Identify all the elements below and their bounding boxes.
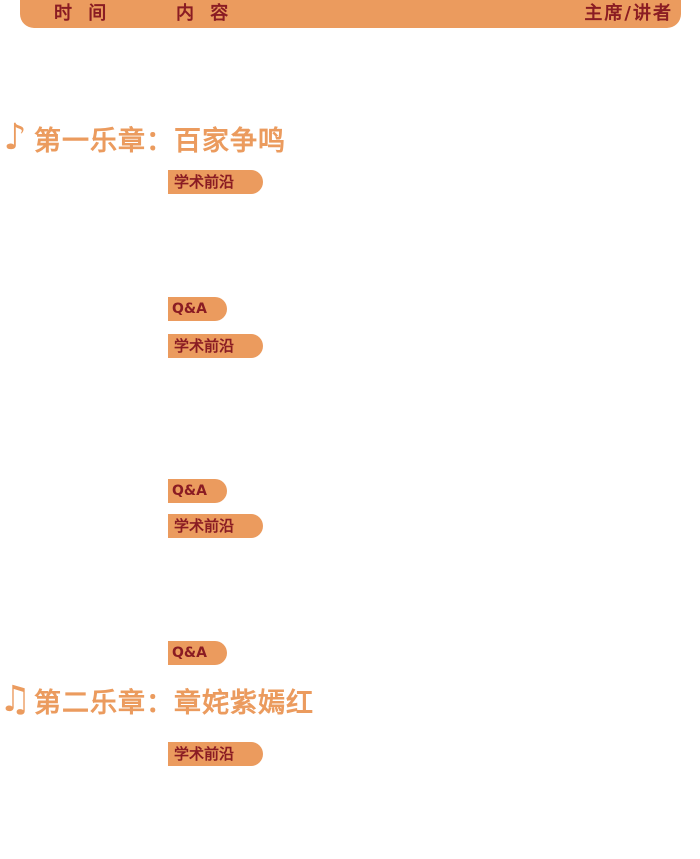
agenda-header-bar: 时 间 内 容 主席/讲者 <box>20 0 681 28</box>
session-tag-research: 学术前沿 <box>168 514 263 538</box>
chapter-2-heading: ♫ 第二乐章：章姹紫嫣红 <box>0 680 314 720</box>
chapter-1-heading: ♪ 第一乐章：百家争鸣 <box>0 118 286 158</box>
eighth-note-icon: ♪ <box>3 117 27 158</box>
session-tag-research: 学术前沿 <box>168 334 263 358</box>
session-tag-research: 学术前沿 <box>168 170 263 194</box>
header-time-label: 时 间 <box>54 3 112 24</box>
chapter-1-title: 第一乐章：百家争鸣 <box>34 125 286 157</box>
chapter-2-title: 第二乐章：章姹紫嫣红 <box>34 687 314 719</box>
session-tag-qa: Q&A <box>168 297 227 321</box>
header-content-label: 内 容 <box>176 3 234 24</box>
beamed-notes-icon: ♫ <box>0 679 32 720</box>
session-tag-qa: Q&A <box>168 641 227 665</box>
header-speaker-label: 主席/讲者 <box>584 3 673 24</box>
session-tag-qa: Q&A <box>168 479 227 503</box>
session-tag-research: 学术前沿 <box>168 742 263 766</box>
